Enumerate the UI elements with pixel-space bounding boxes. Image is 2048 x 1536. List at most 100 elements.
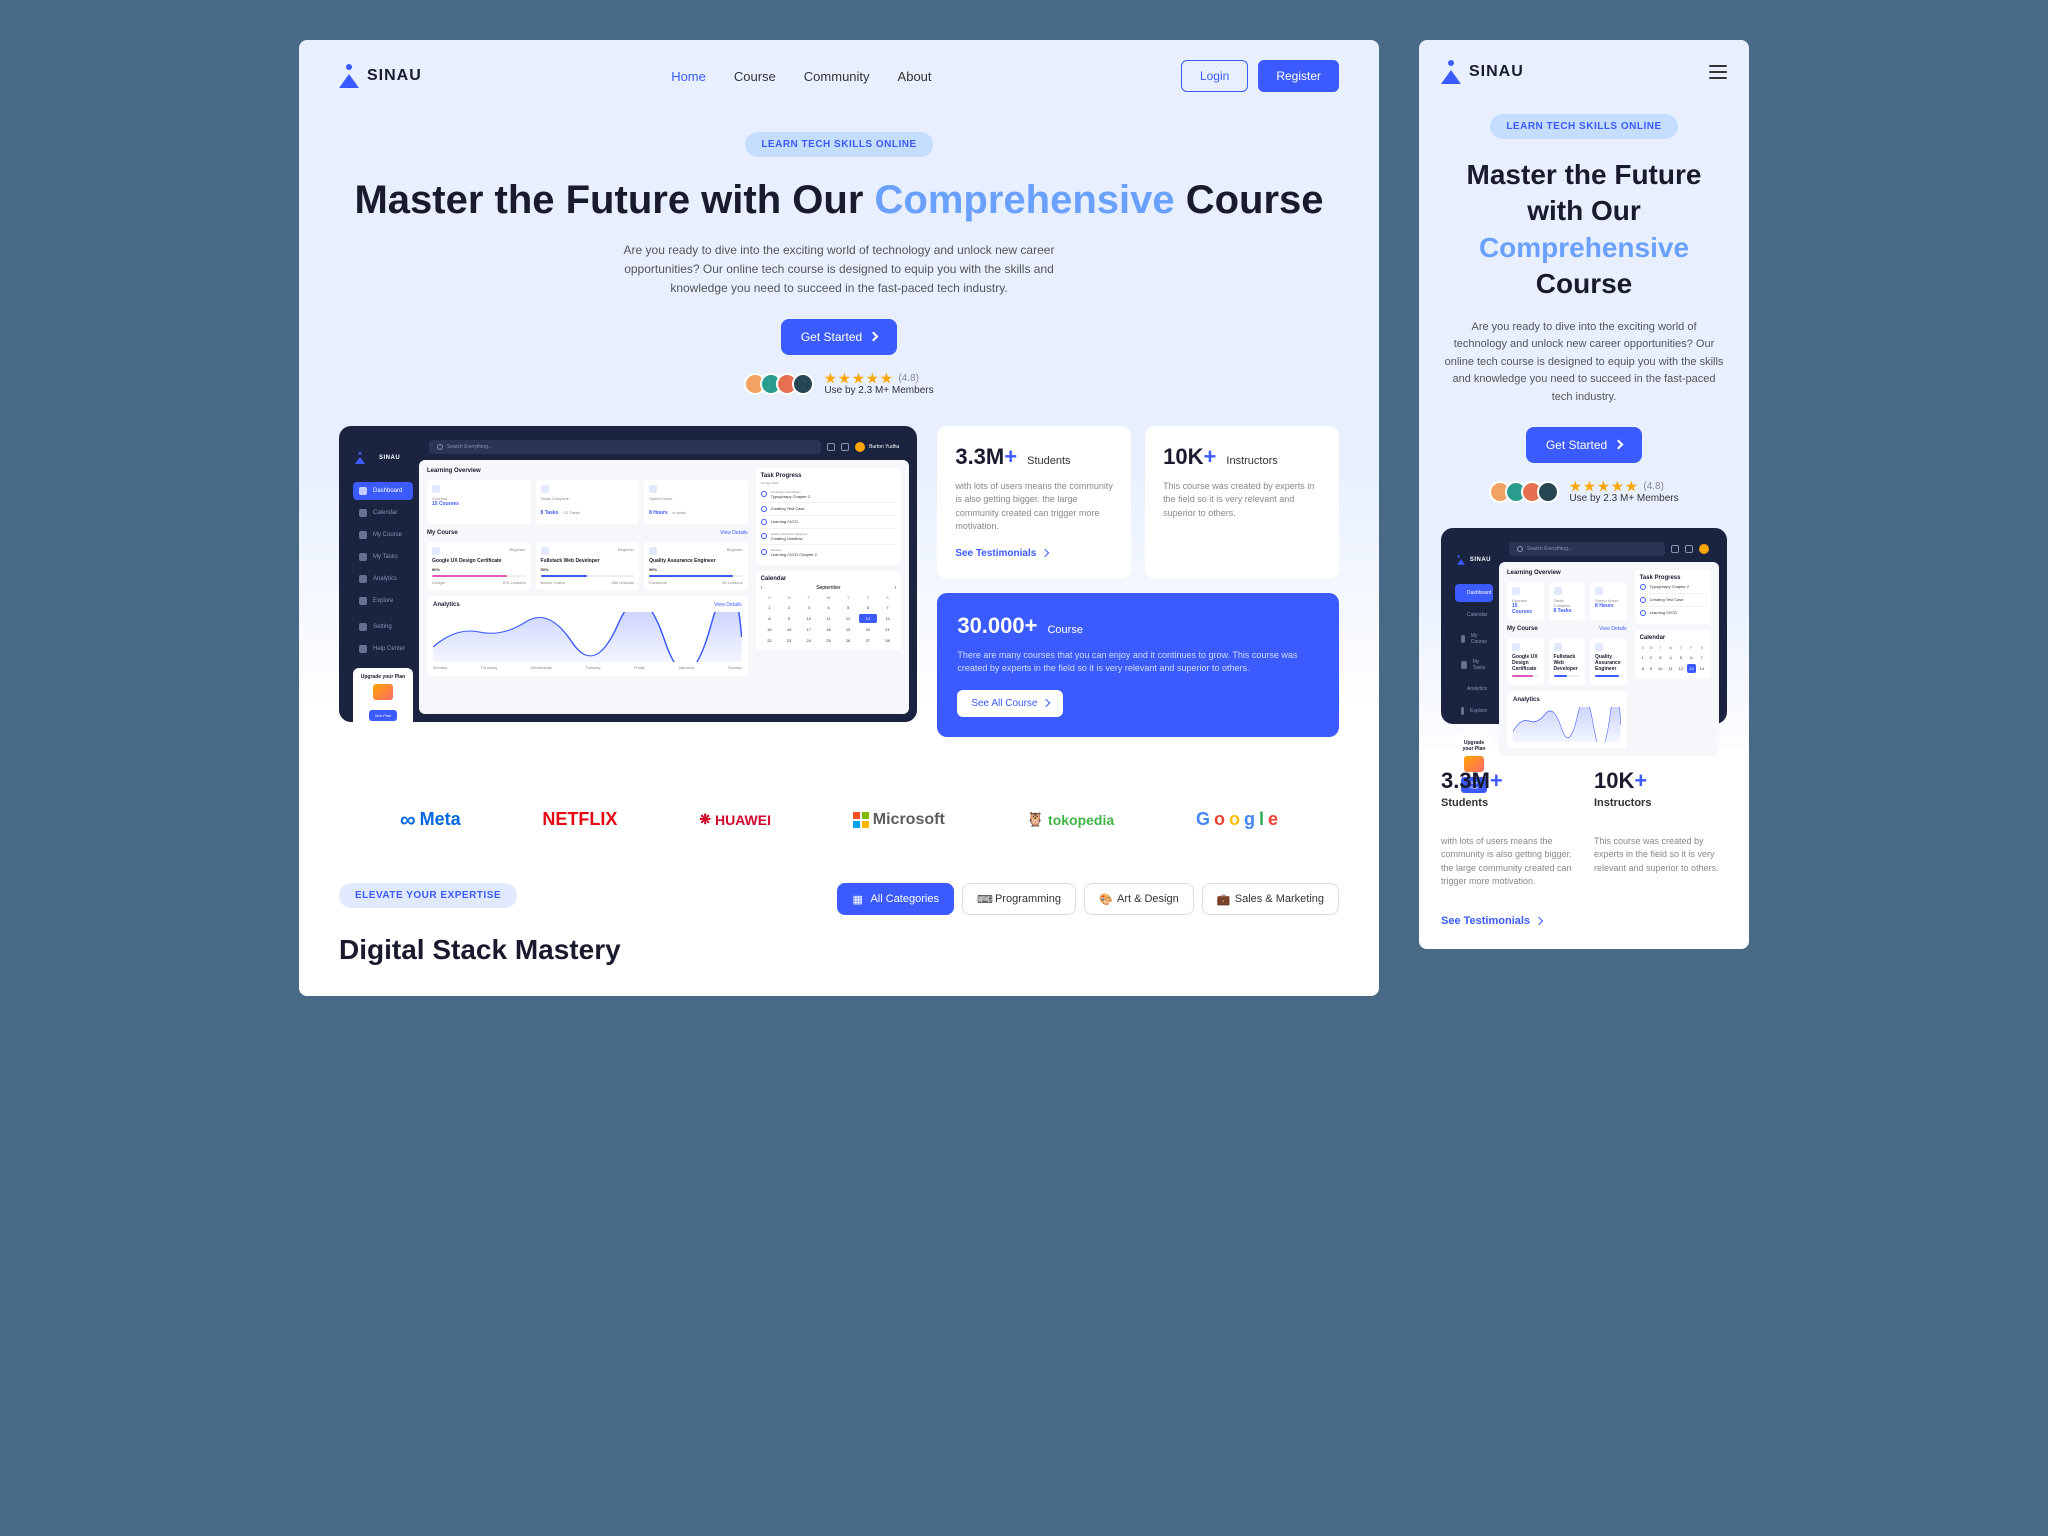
chevron-right-icon [869, 332, 879, 342]
main-nav: Home Course Community About [671, 69, 931, 84]
categories-title: Digital Stack Mastery [339, 934, 621, 966]
stats-column: 3.3M+Students with lots of users means t… [937, 426, 1339, 737]
books-icon [373, 684, 393, 700]
header: SINAU Home Course Community About Login … [299, 40, 1379, 112]
expertise-pill: ELEVATE YOUR EXPERTISE [339, 883, 517, 908]
meta-logo: ∞Meta [400, 807, 461, 833]
see-testimonials-link[interactable]: See Testimonials [955, 548, 1048, 559]
member-avatars [744, 373, 814, 395]
dash-sidebar: SINAU Dashboard Calendar My Course My Ta… [347, 434, 419, 714]
get-started-button[interactable]: Get Started [781, 319, 897, 355]
search-icon [437, 444, 443, 450]
palette-icon: 🎨 [1099, 893, 1111, 905]
hero-title: Master the Future with Our Comprehensive… [1441, 157, 1727, 303]
huawei-logo: ❋HUAWEI [699, 811, 771, 828]
overview-title: Learning Overview [427, 468, 748, 474]
star-icon [866, 373, 878, 385]
view-details-link[interactable]: View Details [720, 530, 747, 536]
hero-desc: Are you ready to dive into the exciting … [1444, 319, 1724, 407]
hero-title: Master the Future with Our Comprehensive… [339, 175, 1339, 225]
register-button[interactable]: Register [1258, 60, 1339, 92]
logo-icon [339, 64, 359, 88]
google-logo: Google [1196, 809, 1278, 830]
students-stat: 3.3M+ Students [1441, 768, 1574, 809]
sb-analytics[interactable]: Analytics [353, 570, 413, 588]
rating-row: (4.8) Use by 2.3 M+ Members [1441, 481, 1727, 504]
rating-row: (4.8) Use by 2.3 M+ Members [339, 373, 1339, 396]
star-rating: (4.8) [1569, 481, 1678, 493]
filter-programming[interactable]: ⌨Programming [962, 883, 1076, 915]
chevron-right-icon [1041, 549, 1049, 557]
logo[interactable]: SINAU [1441, 60, 1524, 84]
member-avatars [1489, 481, 1559, 503]
dashboard-preview: SINAU Dashboard Calendar My Course My Ta… [339, 426, 917, 722]
star-icon [880, 373, 892, 385]
get-started-button[interactable]: Get Started [1526, 427, 1642, 463]
dashboard-preview-mobile: SINAU Dashboard Calendar My Course My Ta… [1441, 528, 1727, 724]
bell-icon[interactable] [827, 443, 835, 451]
chevron-right-icon [1614, 440, 1624, 450]
students-card: 3.3M+Students with lots of users means t… [937, 426, 1131, 579]
star-icon [852, 373, 864, 385]
avatar [792, 373, 814, 395]
chevron-right-icon [1042, 699, 1050, 707]
auth-buttons: Login Register [1181, 60, 1339, 92]
star-rating: (4.8) [824, 373, 933, 385]
dash-topbar: Search Everything... Burton Yudha [419, 434, 909, 460]
instructors-stat: 10K+ Instructors [1594, 768, 1727, 809]
nav-about[interactable]: About [898, 69, 932, 84]
instructors-card: 10K+Instructors This course was created … [1145, 426, 1339, 579]
sb-setting[interactable]: Setting [353, 618, 413, 636]
mobile-header: SINAU [1419, 40, 1749, 104]
briefcase-icon: 💼 [1217, 893, 1229, 905]
user-menu[interactable]: Burton Yudha [855, 442, 899, 452]
see-testimonials-link[interactable]: See Testimonials [1441, 915, 1542, 927]
microsoft-icon [853, 812, 869, 828]
sb-explore[interactable]: Explore [353, 592, 413, 610]
sb-mytasks[interactable]: My Tasks [353, 548, 413, 566]
logo-icon [1441, 60, 1461, 84]
courses-card: 30.000+Course There are many courses tha… [937, 593, 1339, 737]
netflix-logo: NETFLIX [542, 809, 617, 830]
filter-sales[interactable]: 💼Sales & Marketing [1202, 883, 1339, 915]
sb-help[interactable]: Help Center [353, 640, 413, 658]
grid-icon: ▦ [852, 893, 864, 905]
chevron-right-icon [1535, 916, 1543, 924]
login-button[interactable]: Login [1181, 60, 1248, 92]
analytics-view-details[interactable]: View Details [714, 602, 741, 608]
sb-calendar[interactable]: Calendar [353, 504, 413, 522]
see-all-course-button[interactable]: See All Course [957, 690, 1063, 717]
tokopedia-logo: 🦉tokopedia [1027, 811, 1115, 828]
logo[interactable]: SINAU [339, 64, 422, 88]
hero-desc: Are you ready to dive into the exciting … [599, 241, 1079, 299]
hero: LEARN TECH SKILLS ONLINE Master the Futu… [299, 112, 1379, 396]
sb-dashboard[interactable]: Dashboard [353, 482, 413, 500]
search-input[interactable]: Search Everything... [429, 440, 821, 454]
star-icon [824, 373, 836, 385]
nav-community[interactable]: Community [804, 69, 870, 84]
upgrade-card: Upgrade your Plan See Plan [353, 668, 413, 728]
mail-icon[interactable] [841, 443, 849, 451]
analytics-chart [433, 612, 742, 662]
rating-value: (4.8) [898, 373, 919, 384]
filter-all[interactable]: ▦All Categories [837, 883, 953, 915]
mobile-hero: LEARN TECH SKILLS ONLINE Master the Futu… [1419, 104, 1749, 504]
avatar [855, 442, 865, 452]
mobile-stats: 3.3M+ Students 10K+ Instructors with lot… [1419, 748, 1749, 949]
category-filters: ▦All Categories ⌨Programming 🎨Art & Desi… [837, 883, 1339, 915]
sb-mycourse[interactable]: My Course [353, 526, 413, 544]
hero-pill: LEARN TECH SKILLS ONLINE [745, 132, 932, 157]
brand-logos: ∞Meta NETFLIX ❋HUAWEI Microsoft 🦉tokoped… [299, 767, 1379, 863]
see-plan-button[interactable]: See Plan [369, 710, 397, 721]
logo-text: SINAU [1469, 63, 1524, 81]
microsoft-logo: Microsoft [853, 811, 945, 829]
star-icon [838, 373, 850, 385]
filter-art[interactable]: 🎨Art & Design [1084, 883, 1194, 915]
nav-home[interactable]: Home [671, 69, 706, 84]
nav-course[interactable]: Course [734, 69, 776, 84]
code-icon: ⌨ [977, 893, 989, 905]
categories-section: ELEVATE YOUR EXPERTISE Digital Stack Mas… [299, 863, 1379, 996]
menu-icon[interactable] [1709, 65, 1727, 79]
hero-pill: LEARN TECH SKILLS ONLINE [1490, 114, 1677, 139]
members-text: Use by 2.3 M+ Members [824, 385, 933, 396]
